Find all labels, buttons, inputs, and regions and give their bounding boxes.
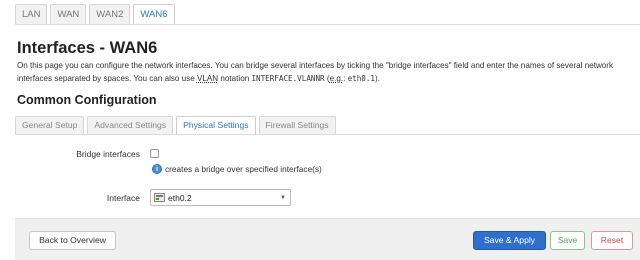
vlan-abbr: VLAN <box>196 73 219 83</box>
section-title: Common Configuration <box>17 93 157 107</box>
interface-label: Interface <box>106 193 140 203</box>
description-text: notation <box>218 73 252 83</box>
ethernet-port-icon <box>154 193 165 202</box>
save-apply-button[interactable]: Save & Apply <box>473 231 546 250</box>
tab-wan[interactable]: WAN <box>50 4 87 24</box>
tab-lan[interactable]: LAN <box>15 4 48 24</box>
tabs-divider <box>15 24 640 25</box>
section-tabs-divider <box>15 134 640 135</box>
tab-firewall-settings[interactable]: Firewall Settings <box>258 116 336 134</box>
tab-advanced-settings[interactable]: Advanced Settings <box>87 116 174 134</box>
chevron-down-icon: ▼ <box>280 195 286 201</box>
vlan-notation-code: INTERFACE.VLANNR <box>251 73 325 83</box>
bridge-hint: i creates a bridge over specified interf… <box>152 164 322 174</box>
bridge-interfaces-label: Bridge interfaces <box>76 149 140 159</box>
tab-wan6[interactable]: WAN6 <box>133 4 175 24</box>
page-description: On this page you can configure the netwo… <box>17 60 632 85</box>
info-icon: i <box>152 164 162 174</box>
interface-tabs: LAN WAN WAN2 WAN6 <box>15 4 175 24</box>
back-to-overview-button[interactable]: Back to Overview <box>29 231 116 250</box>
reset-button[interactable]: Reset <box>591 231 633 250</box>
tab-general-setup[interactable]: General Setup <box>15 116 85 134</box>
interface-select[interactable]: eth0.2 ▼ <box>150 189 291 206</box>
eg-abbr: e.g. <box>329 73 344 83</box>
bridge-hint-text: creates a bridge over specified interfac… <box>165 164 322 174</box>
example-code: eth0.1 <box>347 73 376 83</box>
tab-wan2[interactable]: WAN2 <box>89 4 131 24</box>
bridge-interfaces-checkbox[interactable] <box>150 149 159 158</box>
interface-select-value: eth0.2 <box>168 192 192 203</box>
page-title: Interfaces - WAN6 <box>17 39 158 57</box>
section-tabs: General Setup Advanced Settings Physical… <box>15 116 336 134</box>
description-text: ). <box>375 73 380 83</box>
save-button[interactable]: Save <box>550 231 585 250</box>
tab-physical-settings[interactable]: Physical Settings <box>176 116 256 134</box>
